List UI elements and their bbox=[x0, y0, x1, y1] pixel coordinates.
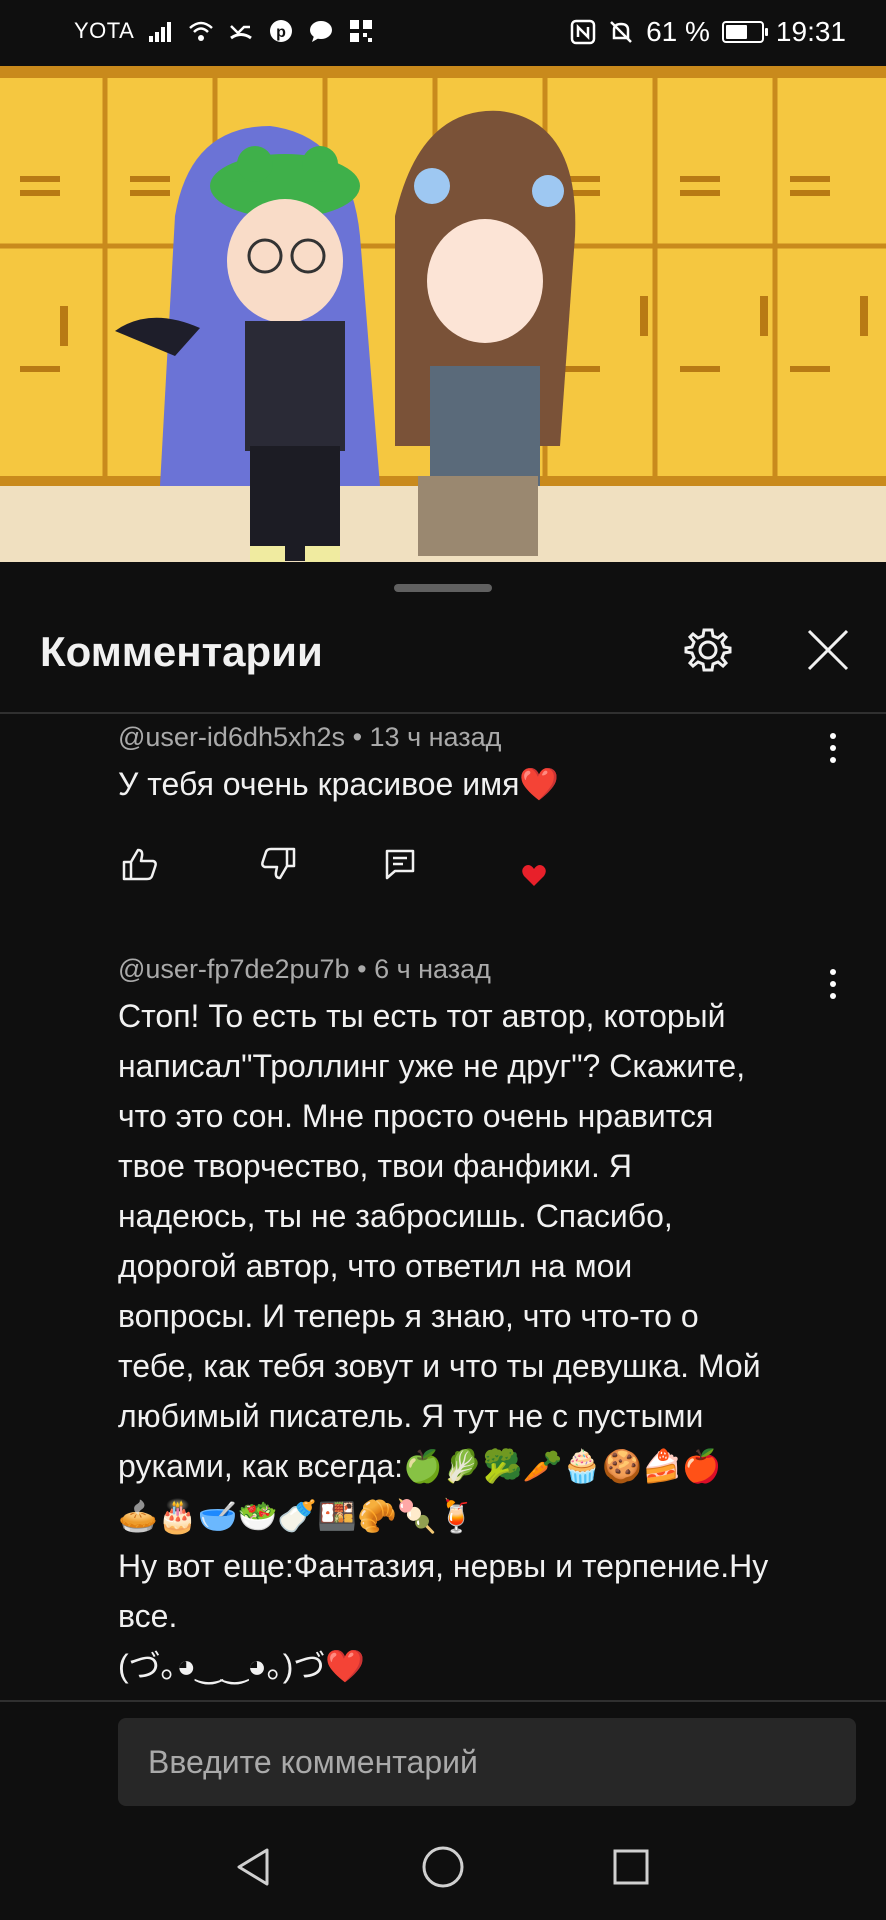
reply-button[interactable] bbox=[378, 842, 422, 886]
battery-icon bbox=[721, 21, 768, 43]
dot-icon bbox=[830, 745, 836, 751]
home-circle-icon bbox=[422, 1846, 464, 1888]
close-button[interactable] bbox=[800, 622, 856, 678]
comment-text: Стоп! То есть ты есть тот автор, который… bbox=[118, 998, 769, 1684]
recents-button[interactable] bbox=[606, 1842, 656, 1892]
reply-comment-icon bbox=[385, 849, 415, 880]
header-divider bbox=[0, 712, 886, 714]
battery-percent: 61 % bbox=[646, 16, 710, 47]
comment-author[interactable]: @user-fp7de2pu7b bbox=[118, 954, 350, 984]
dislike-button[interactable] bbox=[256, 842, 300, 886]
thumbs-down-icon bbox=[261, 847, 296, 880]
recents-square-icon bbox=[613, 1849, 649, 1885]
home-button[interactable] bbox=[418, 1842, 468, 1892]
close-icon bbox=[807, 629, 849, 671]
thumbs-up-icon bbox=[122, 848, 157, 881]
missed-call-icon bbox=[230, 25, 253, 40]
dot-icon bbox=[830, 981, 836, 987]
comment-meta: @user-id6dh5xh2s • 13 ч назад bbox=[118, 722, 818, 753]
comment-item: @user-id6dh5xh2s • 13 ч назад У тебя оче… bbox=[118, 722, 818, 809]
meta-separator: • bbox=[352, 722, 370, 752]
comments-title: Комментарии bbox=[40, 628, 323, 675]
clock: 19:31 bbox=[775, 16, 846, 47]
battery-fill bbox=[725, 25, 747, 39]
meta-separator: • bbox=[357, 954, 375, 984]
drag-handle[interactable] bbox=[394, 584, 492, 592]
gear-icon bbox=[684, 628, 732, 672]
comment-menu-button[interactable] bbox=[818, 728, 848, 768]
status-bar: YOTA p 61 % 19:31 bbox=[0, 0, 886, 66]
dot-icon bbox=[830, 969, 836, 975]
bell-muted-icon bbox=[610, 21, 632, 43]
carrier-label: YOTA bbox=[74, 18, 135, 43]
heart-icon bbox=[522, 865, 546, 886]
chat-bubble-icon bbox=[310, 21, 333, 42]
dot-icon bbox=[830, 757, 836, 763]
creator-heart-badge bbox=[512, 854, 556, 898]
video-frame-illustration bbox=[0, 66, 886, 562]
comment-time: 6 ч назад bbox=[374, 954, 491, 984]
video-player[interactable] bbox=[0, 66, 886, 562]
comment-time: 13 ч назад bbox=[369, 722, 502, 752]
comment-menu-button[interactable] bbox=[818, 964, 848, 1004]
signal-icon bbox=[149, 22, 172, 42]
dot-icon bbox=[830, 993, 836, 999]
back-button[interactable] bbox=[228, 1842, 278, 1892]
like-button[interactable] bbox=[118, 842, 162, 886]
dot-icon bbox=[830, 733, 836, 739]
comment-item: @user-fp7de2pu7b • 6 ч назад Стоп! То ес… bbox=[118, 954, 818, 1691]
comment-text: У тебя очень красивое имя❤️ bbox=[118, 766, 560, 802]
comment-input[interactable] bbox=[118, 1718, 856, 1806]
pinterest-icon: p bbox=[270, 20, 293, 42]
back-triangle-icon bbox=[237, 1848, 269, 1886]
qr-app-icon bbox=[350, 20, 373, 42]
wifi-icon bbox=[189, 21, 214, 41]
settings-button[interactable] bbox=[680, 622, 736, 678]
comment-author[interactable]: @user-id6dh5xh2s bbox=[118, 722, 345, 752]
comment-meta: @user-fp7de2pu7b • 6 ч назад bbox=[118, 954, 818, 985]
nfc-icon bbox=[570, 19, 596, 45]
svg-text:p: p bbox=[276, 24, 286, 41]
